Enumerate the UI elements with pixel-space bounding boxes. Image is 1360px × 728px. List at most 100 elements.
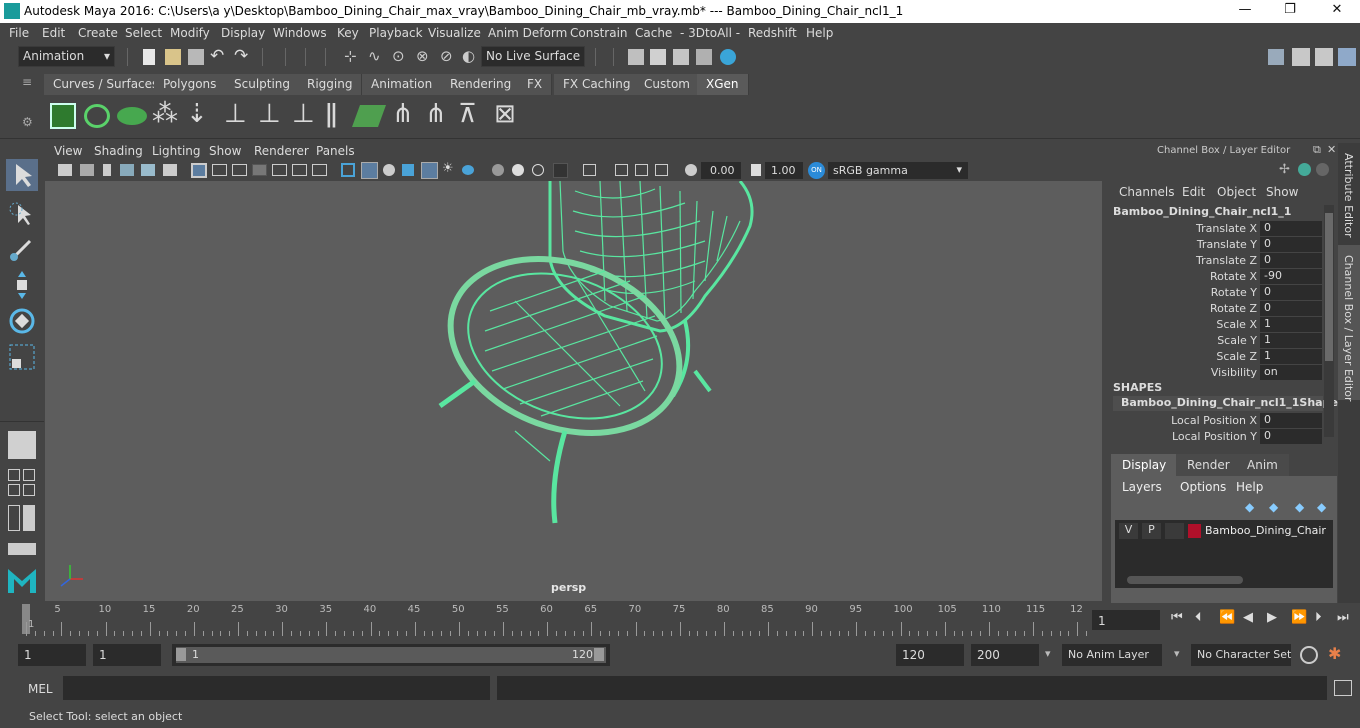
tab-channel-box[interactable]: Channel Box / Layer Editor <box>1342 255 1355 402</box>
guide-sculpt-icon[interactable]: ⋔ <box>392 99 414 129</box>
sync-icon[interactable] <box>1298 163 1311 176</box>
character-set-dropdown[interactable]: No Character Set <box>1191 644 1291 666</box>
attribute-value-field[interactable]: 0 <box>1260 301 1322 316</box>
command-language-label[interactable]: MEL <box>28 682 53 696</box>
render-settings-icon[interactable] <box>628 49 644 65</box>
playback-start-field[interactable]: 1 <box>93 644 161 666</box>
step-back-key-icon[interactable]: ⏪ <box>1219 610 1235 625</box>
resolution-gate-icon[interactable] <box>232 164 247 176</box>
attribute-value-field[interactable]: 0 <box>1260 221 1322 236</box>
lasso-tool-icon[interactable] <box>6 197 38 229</box>
exposure-icon[interactable] <box>685 164 697 176</box>
go-to-start-icon[interactable]: ⏮ <box>1171 610 1183 625</box>
guide-groom-icon[interactable]: ǁ <box>325 99 338 129</box>
live-surface-field[interactable]: No Live Surface <box>481 46 585 67</box>
default-material-icon[interactable] <box>402 164 414 176</box>
layer-menu-layers[interactable]: Layers <box>1122 480 1162 494</box>
view-transform-dropdown[interactable]: sRGB gamma ▾ <box>828 162 968 179</box>
menu-edit[interactable]: Edit <box>42 26 65 40</box>
anim-layer-dropdown[interactable]: No Anim Layer <box>1062 644 1162 666</box>
menu-key[interactable]: Key <box>337 26 359 40</box>
script-editor-icon[interactable] <box>1334 680 1352 696</box>
gamma-icon[interactable] <box>751 164 761 176</box>
viewport-menu-lighting[interactable]: Lighting <box>152 144 201 158</box>
xgen-editor-icon[interactable] <box>50 103 76 129</box>
field-chart-icon[interactable] <box>272 164 287 176</box>
outliner-persp-layout-icon[interactable] <box>23 505 35 531</box>
maximize-button[interactable]: ❐ <box>1275 2 1305 20</box>
range-slider[interactable]: 1 120 <box>172 644 610 666</box>
layout-shortcut-icon[interactable] <box>8 543 36 555</box>
guide-cut-icon[interactable]: ⊼ <box>458 99 477 129</box>
attribute-value-field[interactable]: 0 <box>1260 285 1322 300</box>
layer-name[interactable]: Bamboo_Dining_Chair <box>1205 524 1326 537</box>
render-view-icon[interactable] <box>696 49 712 65</box>
depth-of-field-icon[interactable] <box>553 163 568 178</box>
attribute-label[interactable]: Rotate X <box>1210 270 1257 283</box>
chevron-down-icon[interactable]: ▾ <box>1045 647 1051 660</box>
color-management-icon[interactable]: ON <box>808 162 825 179</box>
step-forward-icon[interactable]: ⏵ <box>1315 610 1322 625</box>
tab-fx[interactable]: FX <box>518 74 553 95</box>
tab-polygons[interactable]: Polygons <box>154 74 227 95</box>
xgen-description-icon[interactable] <box>117 107 147 125</box>
layer-display-type-toggle[interactable] <box>1165 523 1184 539</box>
isolate-select-icon[interactable] <box>583 164 596 176</box>
close-panel-icon[interactable]: ✕ <box>1327 143 1336 156</box>
menu-anim-deform[interactable]: Anim Deform <box>488 26 567 40</box>
animation-start-field[interactable]: 1 <box>18 644 86 666</box>
step-forward-key-icon[interactable]: ⏩ <box>1291 610 1307 625</box>
attribute-label[interactable]: Translate X <box>1196 222 1257 235</box>
viewport-menu-panels[interactable]: Panels <box>316 144 355 158</box>
move-guide-icon[interactable]: ⇣ <box>186 99 208 129</box>
menu-windows[interactable]: Windows <box>273 26 327 40</box>
tab-custom[interactable]: Custom <box>635 74 700 95</box>
undo-icon[interactable]: ↶ <box>210 46 224 66</box>
new-scene-icon[interactable] <box>143 49 155 65</box>
safe-action-icon[interactable] <box>292 164 307 176</box>
film-gate-icon[interactable] <box>212 164 227 176</box>
lights-icon[interactable]: ☀ <box>442 161 454 176</box>
tool-settings-toggle-icon[interactable] <box>1315 48 1333 66</box>
select-tool-icon[interactable] <box>6 159 38 191</box>
image-plane-icon[interactable] <box>120 164 134 176</box>
attribute-value-field[interactable]: 1 <box>1260 333 1322 348</box>
viewport-menu-renderer[interactable]: Renderer <box>254 144 309 158</box>
layer-visibility-toggle[interactable]: V <box>1119 523 1138 539</box>
ipr-render-icon[interactable] <box>673 49 689 65</box>
range-end-handle[interactable] <box>594 648 604 661</box>
command-input[interactable] <box>63 676 490 700</box>
attribute-value-field[interactable]: 0 <box>1260 429 1322 444</box>
channel-menu-show[interactable]: Show <box>1266 185 1298 199</box>
render-frame-icon[interactable] <box>650 49 666 65</box>
xgen-preview-icon[interactable] <box>84 104 110 128</box>
viewport-menu-view[interactable]: View <box>54 144 82 158</box>
range-slider-bar[interactable]: 1 120 <box>176 647 606 663</box>
attribute-value-field[interactable]: on <box>1260 365 1322 380</box>
channel-menu-object[interactable]: Object <box>1217 185 1256 199</box>
menu-modify[interactable]: Modify <box>170 26 210 40</box>
attribute-label[interactable]: Scale X <box>1216 318 1257 331</box>
layer-menu-options[interactable]: Options <box>1180 480 1226 494</box>
paint-select-tool-icon[interactable] <box>6 233 38 265</box>
guide-comb-icon[interactable]: ⋔ <box>425 99 447 129</box>
time-slider[interactable]: 1 5 10 15 20 25 30 35 40 45 50 55 60 65 70 75 80 85 90 95 10… <box>18 604 1087 636</box>
channel-menu-edit[interactable]: Edit <box>1182 185 1205 199</box>
tab-render[interactable]: Render <box>1176 454 1241 476</box>
play-forwards-icon[interactable]: ▶ <box>1267 610 1277 625</box>
exposure-field[interactable]: 0.00 <box>701 162 741 179</box>
guide-delete-icon[interactable]: ⊠ <box>494 99 516 129</box>
tab-animation[interactable]: Animation <box>362 74 443 95</box>
animation-end-field[interactable]: 200 <box>971 644 1039 666</box>
menu-cache[interactable]: Cache <box>635 26 672 40</box>
motion-blur-icon[interactable] <box>512 164 524 176</box>
scrollbar-thumb[interactable] <box>1325 213 1333 361</box>
menu-visualize[interactable]: Visualize <box>428 26 481 40</box>
axis-move-icon[interactable]: ✢ <box>1279 162 1290 177</box>
tab-anim[interactable]: Anim <box>1236 454 1289 476</box>
menu-help[interactable]: Help <box>806 26 833 40</box>
attribute-label[interactable]: Scale Y <box>1217 334 1257 347</box>
channel-box-toggle-icon[interactable] <box>1338 48 1356 66</box>
attribute-editor-toggle-icon[interactable] <box>1292 48 1310 66</box>
chevron-down-icon[interactable]: ▾ <box>1174 647 1180 660</box>
